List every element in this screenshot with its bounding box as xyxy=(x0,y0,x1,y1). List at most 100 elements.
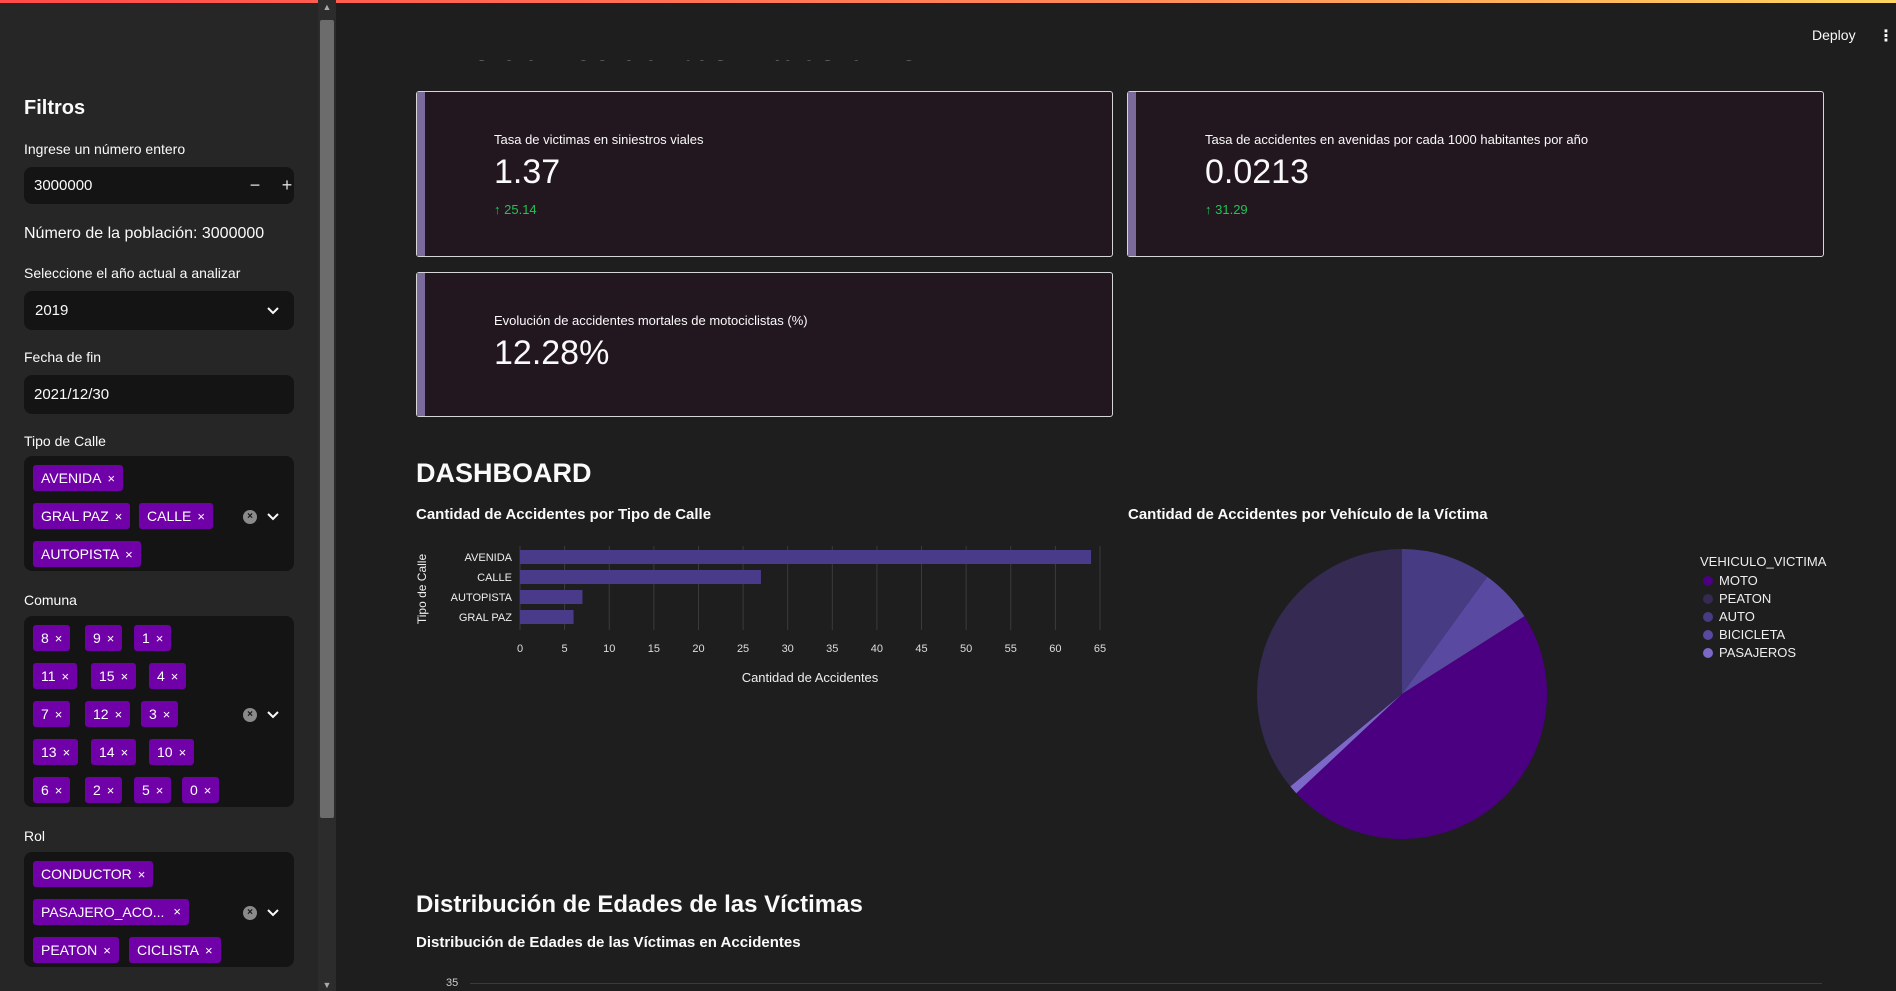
street-type-tag[interactable]: CALLE × xyxy=(139,503,213,529)
deploy-button[interactable]: Deploy xyxy=(1812,27,1856,43)
rol-tag[interactable]: PEATON × xyxy=(33,937,119,963)
street-type-multiselect[interactable]: AVENIDA × GRAL PAZ × CALLE × AUTOPISTA × × xyxy=(24,456,294,571)
comuna-tag[interactable]: 14 × xyxy=(91,739,137,765)
arrow-up-icon: ↑ xyxy=(494,202,501,217)
year-select[interactable]: 2019 xyxy=(24,291,294,330)
tag-remove-icon[interactable]: × xyxy=(63,745,71,760)
legend-swatch xyxy=(1703,612,1713,622)
comuna-tag[interactable]: 3 × xyxy=(141,701,179,727)
end-date-value[interactable]: 2021/12/30 xyxy=(34,386,109,403)
tag-remove-icon[interactable]: × xyxy=(205,943,213,958)
pie-legend-item[interactable]: PASAJEROS xyxy=(1700,644,1890,662)
comuna-tag[interactable]: 7 × xyxy=(33,701,71,727)
chevron-down-icon[interactable] xyxy=(265,509,281,525)
scrollbar-thumb[interactable] xyxy=(320,20,334,818)
tag-remove-icon[interactable]: × xyxy=(171,669,179,684)
clear-all-icon[interactable]: × xyxy=(243,906,257,920)
legend-label: BICICLETA xyxy=(1719,627,1786,642)
pie-legend-item[interactable]: BICICLETA xyxy=(1700,626,1890,644)
clear-all-icon[interactable]: × xyxy=(243,708,257,722)
bar-chart-title: Cantidad de Accidentes por Tipo de Calle xyxy=(416,506,712,523)
pie-legend-item[interactable]: MOTO xyxy=(1700,572,1890,590)
tag-remove-icon[interactable]: × xyxy=(197,509,205,524)
tag-label: 11 xyxy=(41,668,56,684)
scroll-up-icon[interactable]: ▲ xyxy=(320,2,334,12)
chevron-down-icon[interactable] xyxy=(265,707,281,723)
street-type-tag[interactable]: GRAL PAZ × xyxy=(33,503,131,529)
comuna-tag[interactable]: 0 × xyxy=(182,777,220,803)
comuna-tag[interactable]: 2 × xyxy=(85,777,123,803)
tag-label: 1 xyxy=(142,630,150,646)
bar-category-label: GRAL PAZ xyxy=(459,612,512,624)
tag-label: 5 xyxy=(142,782,150,798)
tag-remove-icon[interactable]: × xyxy=(179,745,187,760)
tag-remove-icon[interactable]: × xyxy=(121,669,129,684)
number-input-value[interactable]: 3000000 xyxy=(34,177,92,194)
tag-remove-icon[interactable]: × xyxy=(115,707,123,722)
street-type-label: Tipo de Calle xyxy=(24,433,106,449)
chevron-down-icon[interactable] xyxy=(265,303,281,319)
tag-label: AUTOPISTA xyxy=(41,546,120,562)
comuna-tag[interactable]: 12 × xyxy=(85,701,131,727)
population-number-input[interactable]: 3000000 − + xyxy=(24,167,294,204)
rol-tag[interactable]: PASAJERO_ACO... × xyxy=(33,899,189,925)
tag-remove-icon[interactable]: × xyxy=(55,783,63,798)
comuna-tag[interactable]: 4 × xyxy=(149,663,187,689)
comuna-label: Comuna xyxy=(24,592,77,608)
tag-remove-icon[interactable]: × xyxy=(138,867,146,882)
pie-legend-item[interactable]: AUTO xyxy=(1700,608,1890,626)
tag-label: GRAL PAZ xyxy=(41,508,109,524)
tag-remove-icon[interactable]: × xyxy=(55,707,63,722)
tag-remove-icon[interactable]: × xyxy=(103,943,111,958)
decrement-button[interactable]: − xyxy=(242,173,268,197)
comuna-tag[interactable]: 6 × xyxy=(33,777,71,803)
tag-remove-icon[interactable]: × xyxy=(107,471,115,486)
tag-remove-icon[interactable]: × xyxy=(163,707,171,722)
comuna-tag[interactable]: 11 × xyxy=(33,663,78,689)
age-axis-tick: 35 xyxy=(446,977,459,989)
tag-remove-icon[interactable]: × xyxy=(121,745,129,760)
bar-y-axis-label: Tipo de Calle xyxy=(415,554,429,625)
age-distribution-heading: Distribución de Edades de las Víctimas xyxy=(416,891,863,918)
tag-remove-icon[interactable]: × xyxy=(156,631,164,646)
comuna-tag[interactable]: 10 × xyxy=(149,739,195,765)
tag-remove-icon[interactable]: × xyxy=(156,783,164,798)
tag-remove-icon[interactable]: × xyxy=(204,783,212,798)
comuna-tag[interactable]: 8 × xyxy=(33,625,71,651)
rol-tag[interactable]: CONDUCTOR × xyxy=(33,861,154,887)
comuna-tag[interactable]: 9 × xyxy=(85,625,123,651)
tag-remove-icon[interactable]: × xyxy=(62,669,70,684)
kpi-label: Tasa de victimas en siniestros viales xyxy=(494,132,704,147)
street-type-tag[interactable]: AVENIDA × xyxy=(33,465,124,491)
tag-label: 0 xyxy=(190,782,198,798)
tag-remove-icon[interactable]: × xyxy=(173,899,181,925)
comuna-tag[interactable]: 13 × xyxy=(33,739,79,765)
tag-remove-icon[interactable]: × xyxy=(107,783,115,798)
main-menu-icon[interactable]: ⋮ xyxy=(1878,26,1894,46)
street-type-tag[interactable]: AUTOPISTA × xyxy=(33,541,141,567)
kpi-delta: ↑ 31.29 xyxy=(1205,202,1248,217)
increment-button[interactable]: + xyxy=(274,173,300,197)
scroll-down-icon[interactable]: ▼ xyxy=(320,980,334,990)
comuna-tag[interactable]: 1 × xyxy=(134,625,172,651)
chevron-down-icon[interactable] xyxy=(265,905,281,921)
clear-all-icon[interactable]: × xyxy=(243,510,257,524)
comuna-multiselect[interactable]: 8 × 9 × 1 × 11 × 15 × 4 × 7 × 12 × 3 × 13 × 14 × 10… xyxy=(24,616,294,807)
tag-remove-icon[interactable]: × xyxy=(107,631,115,646)
comuna-tag[interactable]: 5 × xyxy=(134,777,172,803)
tag-remove-icon[interactable]: × xyxy=(125,547,133,562)
sidebar-scrollbar[interactable]: ▲ ▼ xyxy=(318,0,336,991)
pie-legend-item[interactable]: PEATON xyxy=(1700,590,1890,608)
legend-swatch xyxy=(1703,576,1713,586)
rol-tag[interactable]: CICLISTA × xyxy=(129,937,221,963)
end-date-input[interactable]: 2021/12/30 xyxy=(24,375,294,414)
bar-x-tick-label: 0 xyxy=(517,643,523,655)
legend-label: MOTO xyxy=(1719,573,1758,588)
bar-x-tick-label: 50 xyxy=(960,643,972,655)
rol-multiselect[interactable]: CONDUCTOR × PASAJERO_ACO... × PEATON × CICL… xyxy=(24,852,294,967)
bar xyxy=(520,590,583,604)
tag-remove-icon[interactable]: × xyxy=(115,509,123,524)
tag-remove-icon[interactable]: × xyxy=(55,631,63,646)
comuna-tag[interactable]: 15 × xyxy=(91,663,137,689)
legend-label: PEATON xyxy=(1719,591,1772,606)
